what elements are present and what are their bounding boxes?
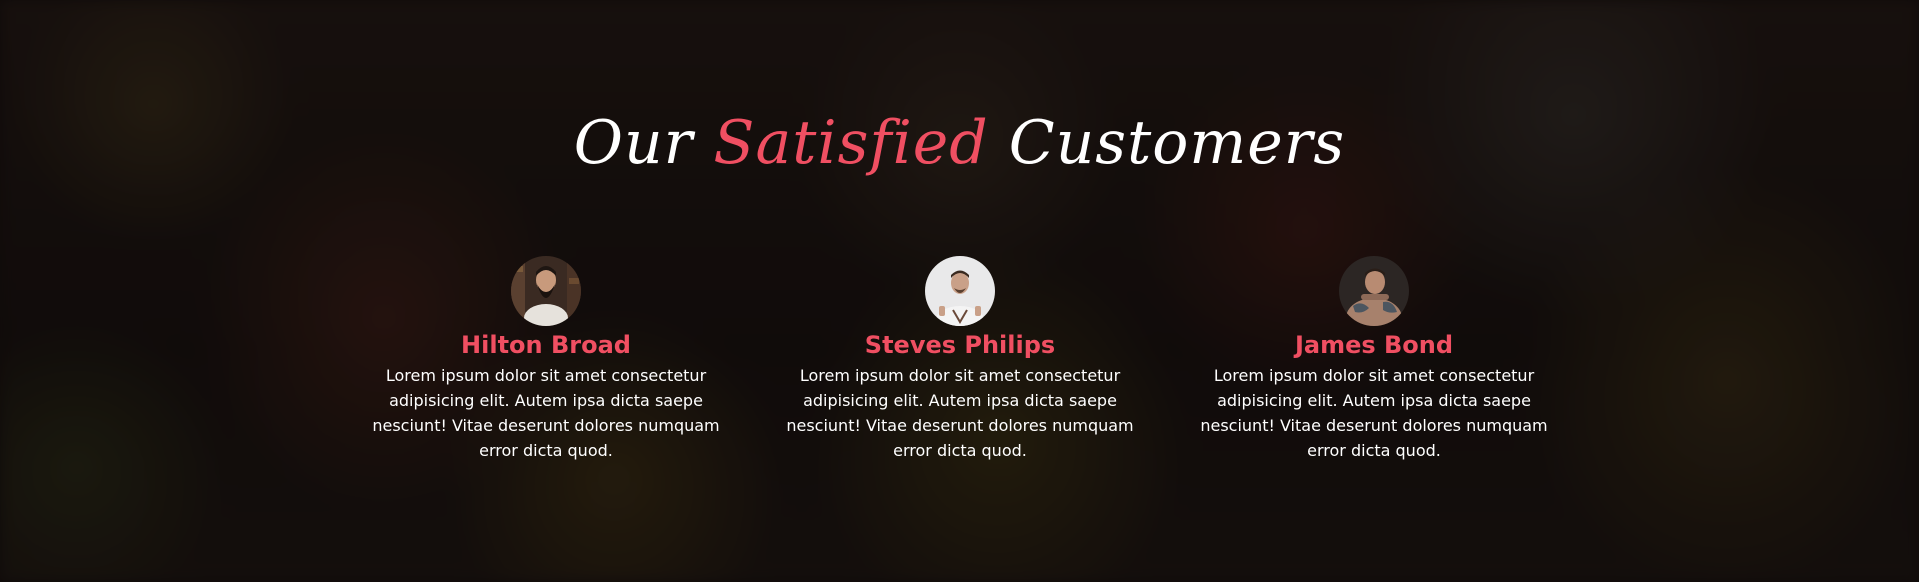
testimonial-card-james-bond: James Bond Lorem ipsum dolor sit amet co… [1194,256,1554,463]
testimonial-text: Lorem ipsum dolor sit amet consectetur a… [372,366,720,460]
title-word-satisfied: Satisfied [713,108,989,178]
title-word-customers: Customers [1008,108,1346,178]
avatar [925,256,995,326]
testimonial-text: Lorem ipsum dolor sit amet consectetur a… [1200,366,1548,460]
testimonial-text: Lorem ipsum dolor sit amet consectetur a… [786,366,1134,460]
title-word-our: Our [573,108,694,178]
section-title: Our Satisfied Customers [0,98,1919,188]
customer-name: Steves Philips [864,331,1056,359]
avatar [1339,256,1409,326]
testimonial-card-hilton-broad: Hilton Broad Lorem ipsum dolor sit amet … [366,256,726,463]
customer-name: Hilton Broad [461,331,631,359]
testimonials-section: Our Satisfied Customers Hilton Broad Lor… [0,0,1919,582]
customer-name: James Bond [1294,331,1454,359]
testimonial-list: Hilton Broad Lorem ipsum dolor sit amet … [366,256,1554,463]
testimonial-card-steves-philips: Steves Philips Lorem ipsum dolor sit ame… [780,256,1140,463]
avatar [511,256,581,326]
